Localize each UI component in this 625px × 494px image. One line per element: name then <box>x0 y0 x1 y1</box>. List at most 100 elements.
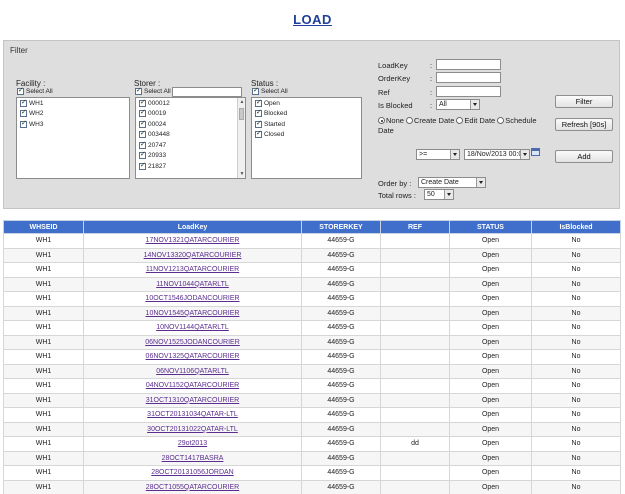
calendar-icon[interactable] <box>531 148 540 156</box>
status-list-item[interactable]: Blocked <box>252 108 361 120</box>
table-row[interactable]: WH1 28OCT1055QATARCOURIER 44659-G Open No <box>3 479 621 494</box>
loadkey-link[interactable]: 28OCT20131056JORDAN <box>151 469 234 476</box>
ref-input[interactable] <box>436 86 501 97</box>
table-row[interactable]: WH1 06NOV1325QATARCOURIER 44659-G Open No <box>3 349 621 365</box>
table-row[interactable]: WH1 06NOV1525JODANCOURIER 44659-G Open No <box>3 334 621 350</box>
storer-checkbox[interactable] <box>139 140 146 149</box>
storer-checkbox[interactable] <box>139 150 146 160</box>
storer-list[interactable]: ▲ ▼ 000012 00019 00024 003448 20747 20933 2182… <box>135 97 246 179</box>
chevron-down-icon[interactable] <box>470 100 479 109</box>
storer-checkbox[interactable] <box>139 161 146 170</box>
loadkey-link[interactable]: 14NOV13320QATARCOURIER <box>144 252 242 259</box>
status-list[interactable]: Open Blocked Started Closed <box>251 97 362 179</box>
totalrows-select[interactable]: 50 <box>424 189 454 200</box>
status-checkbox[interactable] <box>255 108 262 118</box>
storer-checkbox[interactable] <box>139 98 146 107</box>
status-checkbox[interactable] <box>255 98 262 107</box>
col-header-whseid[interactable]: WHSEID <box>3 220 84 234</box>
table-row[interactable]: WH1 10NOV1144QATARLTL 44659-G Open No <box>3 320 621 336</box>
orderkey-input[interactable] <box>436 72 501 83</box>
table-row[interactable]: WH1 29ot2013 44659-G dd Open No <box>3 436 621 452</box>
loadkey-link[interactable]: 10NOV1545QATARCOURIER <box>146 310 240 317</box>
loadkey-link[interactable]: 04NOV1152QATARCOURIER <box>146 382 239 389</box>
table-row[interactable]: WH1 31OCT20131034QATAR-LTL 44659-G Open No <box>3 407 621 423</box>
facility-select-all-checkbox[interactable] <box>17 86 24 95</box>
status-list-item[interactable]: Open <box>252 98 361 109</box>
status-checkbox[interactable] <box>255 119 262 128</box>
facility-list-item[interactable]: WH1 <box>17 98 129 109</box>
facility-list-item[interactable]: WH3 <box>17 119 129 130</box>
date-operator-select[interactable]: >= <box>416 149 460 160</box>
loadkey-link[interactable]: 06NOV1325QATARCOURIER <box>146 353 240 360</box>
table-row[interactable]: WH1 17NOV1321QATARCOURIER 44659-G Open No <box>3 233 621 249</box>
date-edit-radio[interactable] <box>456 117 464 124</box>
status-select-all[interactable]: Select All <box>252 86 288 95</box>
storer-select-all-checkbox[interactable] <box>135 86 142 95</box>
facility-select-all[interactable]: Select All <box>17 86 53 95</box>
storer-search-input[interactable] <box>172 87 242 97</box>
storer-list-item[interactable]: 003448 <box>136 129 245 141</box>
table-row[interactable]: WH1 11NOV1213QATARCOURIER 44659-G Open No <box>3 262 621 278</box>
loadkey-link[interactable]: 31OCT20131034QATAR-LTL <box>147 411 238 418</box>
table-row[interactable]: WH1 14NOV13320QATARCOURIER 44659-G Open No <box>3 247 621 263</box>
storer-list-item[interactable]: 000012 <box>136 98 245 109</box>
loadkey-link[interactable]: 30OCT20131022QATAR-LTL <box>147 426 238 433</box>
storer-checkbox[interactable] <box>139 108 146 118</box>
storer-select-all[interactable]: Select All <box>135 86 171 95</box>
storer-list-scrollbar[interactable]: ▲ ▼ <box>237 98 245 178</box>
filter-button[interactable]: Filter <box>555 95 613 108</box>
storer-list-item[interactable]: 20747 <box>136 140 245 151</box>
chevron-down-icon[interactable] <box>476 178 485 187</box>
table-row[interactable]: WH1 06NOV1106QATARLTL 44659-G Open No <box>3 363 621 379</box>
loadkey-link[interactable]: 10OCT1546JODANCOURIER <box>145 295 239 302</box>
facility-list-item[interactable]: WH2 <box>17 108 129 120</box>
table-row[interactable]: WH1 10NOV1545QATARCOURIER 44659-G Open No <box>3 305 621 321</box>
scroll-up-icon[interactable]: ▲ <box>238 98 245 106</box>
table-row[interactable]: WH1 10OCT1546JODANCOURIER 44659-G Open No <box>3 291 621 307</box>
table-row[interactable]: WH1 31OCT1310QATARCOURIER 44659-G Open No <box>3 392 621 408</box>
scroll-down-icon[interactable]: ▼ <box>238 170 245 178</box>
isblocked-select[interactable]: All <box>436 99 480 110</box>
scroll-thumb[interactable] <box>239 108 244 120</box>
status-list-item[interactable]: Closed <box>252 129 361 141</box>
storer-list-item[interactable]: 00019 <box>136 108 245 120</box>
storer-list-item[interactable]: 20933 <box>136 150 245 162</box>
facility-checkbox[interactable] <box>20 108 27 118</box>
add-button[interactable]: Add <box>555 150 613 163</box>
table-row[interactable]: WH1 28OCT1417BASRA 44659-G Open No <box>3 450 621 466</box>
loadkey-link[interactable]: 28OCT1055QATARCOURIER <box>146 484 240 491</box>
date-create-radio[interactable] <box>405 117 413 124</box>
date-schedule-radio[interactable] <box>497 117 505 124</box>
chevron-down-icon[interactable] <box>444 190 453 199</box>
date-none-radio[interactable] <box>378 117 385 124</box>
loadkey-link[interactable]: 29ot2013 <box>178 440 207 447</box>
loadkey-link[interactable]: 11NOV1213QATARCOURIER <box>146 266 239 273</box>
loadkey-link[interactable]: 11NOV1044QATARLTL <box>156 281 229 288</box>
refresh-button[interactable]: Refresh [90s] <box>555 118 613 131</box>
loadkey-input[interactable] <box>436 59 501 70</box>
storer-list-item[interactable]: 00024 <box>136 119 245 130</box>
status-checkbox[interactable] <box>255 129 262 139</box>
facility-checkbox[interactable] <box>20 119 27 128</box>
loadkey-link[interactable]: 17NOV1321QATARCOURIER <box>146 237 240 244</box>
date-value-select[interactable]: 18/Nov/2013 00:00 <box>464 149 530 160</box>
col-header-status[interactable]: STATUS <box>449 220 532 234</box>
table-row[interactable]: WH1 28OCT20131056JORDAN 44659-G Open No <box>3 465 621 481</box>
status-list-item[interactable]: Started <box>252 119 361 130</box>
facility-list[interactable]: WH1 WH2 WH3 <box>16 97 130 179</box>
col-header-ref[interactable]: REF <box>380 220 450 234</box>
storer-checkbox[interactable] <box>139 129 146 139</box>
loadkey-link[interactable]: 10NOV1144QATARLTL <box>156 324 229 331</box>
facility-checkbox[interactable] <box>20 98 27 107</box>
orderby-select[interactable]: Create Date <box>418 177 486 188</box>
col-header-isblocked[interactable]: IsBlocked <box>531 220 621 234</box>
loadkey-link[interactable]: 06NOV1525JODANCOURIER <box>145 339 240 346</box>
loadkey-link[interactable]: 06NOV1106QATARLTL <box>156 368 229 375</box>
table-row[interactable]: WH1 04NOV1152QATARCOURIER 44659-G Open No <box>3 378 621 394</box>
table-row[interactable]: WH1 11NOV1044QATARLTL 44659-G Open No <box>3 276 621 292</box>
storer-list-item[interactable]: 21827 <box>136 161 245 172</box>
loadkey-link[interactable]: 28OCT1417BASRA <box>162 455 224 462</box>
chevron-down-icon[interactable] <box>520 150 529 159</box>
col-header-loadkey[interactable]: LoadKey <box>83 220 302 234</box>
loadkey-link[interactable]: 31OCT1310QATARCOURIER <box>146 397 240 404</box>
